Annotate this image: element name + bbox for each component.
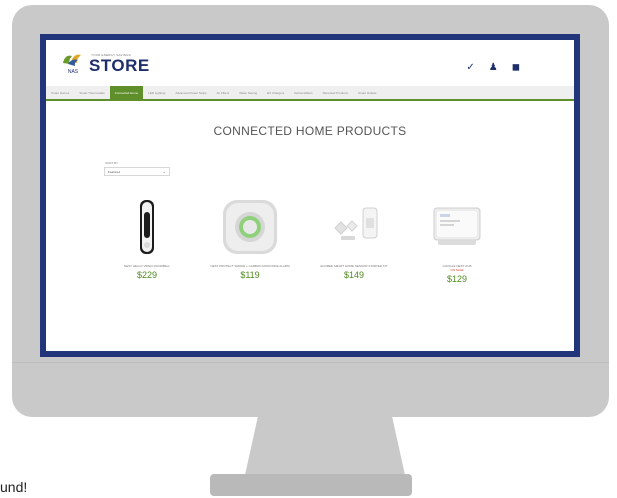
- doorbell-image: [140, 200, 154, 254]
- product-name[interactable]: NEST HELLO VIDEO DOORBELL: [104, 264, 190, 268]
- nav-item-smart-outlets[interactable]: Smart Outlets: [353, 86, 381, 99]
- site-header: NAS YOUR ENERGY SAVINGS STORE ✓ ♟ ◼: [46, 40, 574, 86]
- chevron-down-icon: ⌄: [162, 169, 166, 174]
- product-card[interactable]: NEST HELLO VIDEO DOORBELL $229: [104, 198, 190, 280]
- monitor-bezel-divider: [12, 362, 609, 363]
- product-card[interactable]: GOOGLE NEST HUB ON SALE $129: [414, 198, 500, 284]
- cart-icon[interactable]: ◼: [512, 62, 520, 73]
- nav-item-renewed-products[interactable]: Renewed Products: [318, 86, 353, 99]
- sort-label: SORT BY: [105, 161, 119, 165]
- store-name[interactable]: STORE: [89, 56, 150, 76]
- product-sale-badge: ON SALE: [450, 268, 464, 272]
- monitor-stand-base: [210, 474, 412, 496]
- nav-item-dehumidifiers[interactable]: Dehumidifiers: [289, 86, 317, 99]
- nav-item-air-filters[interactable]: Air Filters: [212, 86, 235, 99]
- logo-text: NAS: [68, 69, 79, 75]
- product-price: $229: [136, 270, 158, 280]
- product-price: $149: [343, 270, 365, 280]
- product-image-sensor-kit[interactable]: [311, 198, 397, 256]
- nav-item-smart-thermostats[interactable]: Smart Thermostats: [74, 86, 109, 99]
- header-icons: ✓ ♟ ◼: [466, 62, 520, 73]
- category-nav: Smart Homes Smart Thermostats Connected …: [46, 86, 574, 101]
- nav-item-smart-homes[interactable]: Smart Homes: [46, 86, 74, 99]
- page-title: CONNECTED HOME PRODUCTS: [213, 124, 407, 138]
- sort-select[interactable]: Featured ⌄: [104, 167, 170, 176]
- phone-icon[interactable]: ✓: [466, 62, 474, 73]
- monitor-stand-neck: [245, 417, 405, 475]
- user-icon[interactable]: ♟: [489, 62, 498, 73]
- smoke-alarm-image: [223, 200, 277, 254]
- sort-value: Featured: [108, 169, 121, 174]
- nav-item-connected-home[interactable]: Connected Home: [109, 86, 144, 99]
- product-image-smoke-alarm[interactable]: [207, 198, 293, 256]
- product-card[interactable]: ECOBEE SMART HOME SENSOR STARTER KIT $14…: [311, 198, 397, 280]
- logo-icon[interactable]: NAS: [60, 50, 86, 76]
- product-card[interactable]: NEST PROTECT SMOKE + CARBON MONOXIDE ALA…: [207, 198, 293, 280]
- product-price: $129: [446, 274, 468, 284]
- product-price: $119: [240, 270, 260, 280]
- monitor-screen: NAS YOUR ENERGY SAVINGS STORE ✓ ♟ ◼ Smar…: [40, 34, 580, 357]
- nav-item-power-strips[interactable]: Advanced Power Strips: [170, 86, 211, 99]
- nav-item-water-saving[interactable]: Water Saving: [234, 86, 262, 99]
- sensor-kit-image: [334, 207, 378, 240]
- product-name[interactable]: NEST PROTECT SMOKE + CARBON MONOXIDE ALA…: [207, 264, 293, 268]
- nest-hub-image: [433, 207, 481, 245]
- product-image-nest-hub[interactable]: [414, 198, 500, 256]
- product-name[interactable]: ECOBEE SMART HOME SENSOR STARTER KIT: [311, 264, 397, 268]
- nav-item-led-lighting[interactable]: LED Lighting: [143, 86, 170, 99]
- product-image-doorbell[interactable]: [104, 198, 190, 256]
- caption-text: und!: [0, 479, 28, 495]
- nav-item-ev-chargers[interactable]: EV Chargers: [262, 86, 289, 99]
